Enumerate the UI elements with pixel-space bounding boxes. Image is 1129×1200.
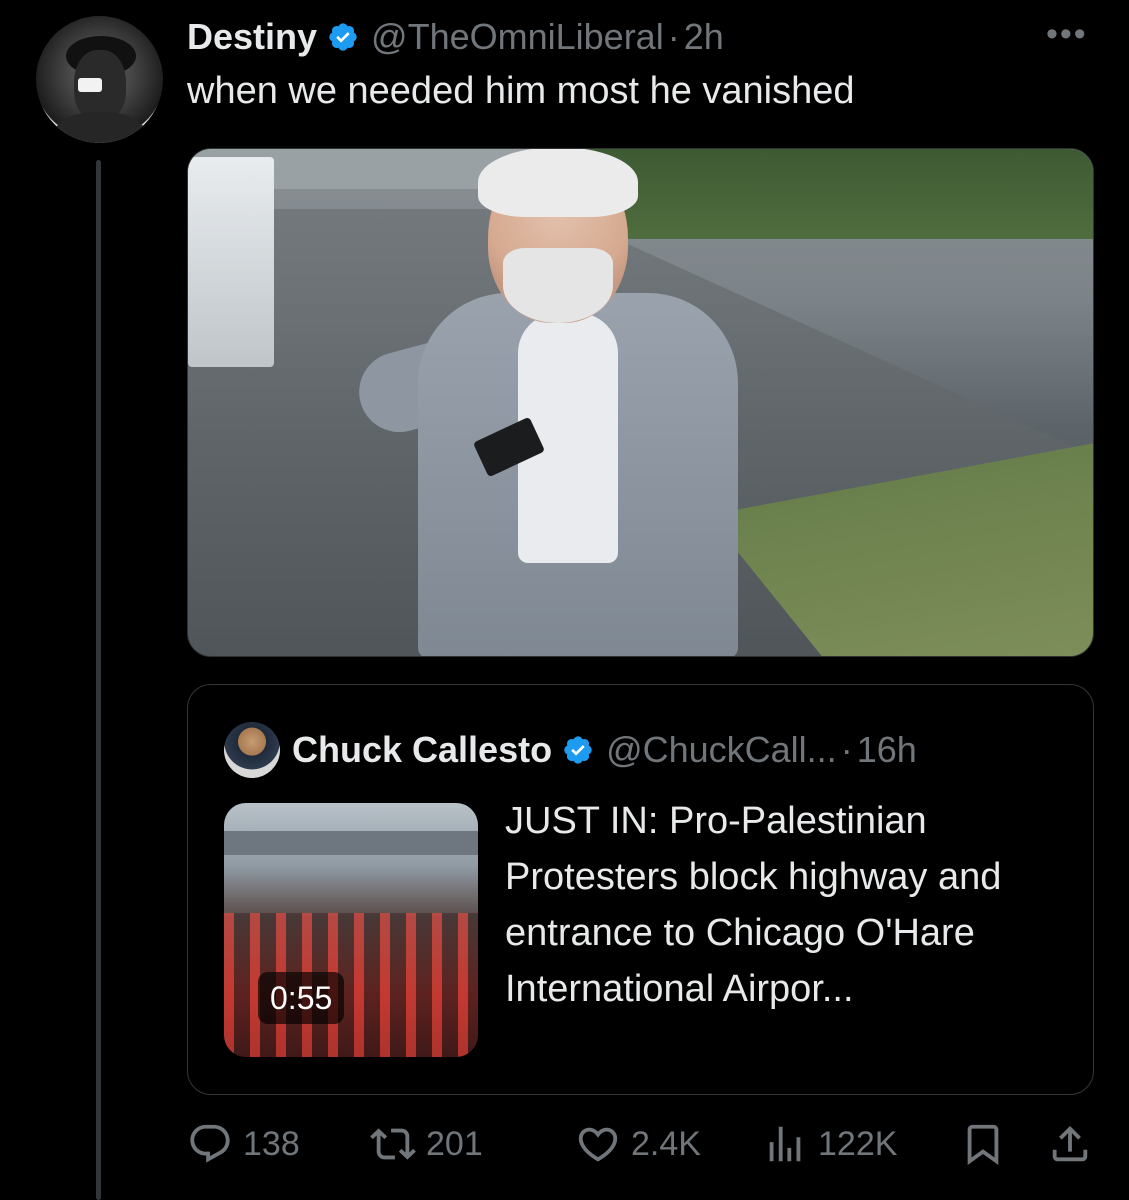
author-name[interactable]: Destiny	[187, 16, 317, 58]
media-truck	[188, 157, 274, 367]
quoted-tweet-text: JUST IN: Pro-Palestinian Protesters bloc…	[505, 800, 1002, 1010]
views-count: 122K	[818, 1124, 898, 1163]
retweet-icon	[370, 1128, 416, 1160]
views-icon	[769, 1126, 801, 1162]
more-icon[interactable]: •••	[1046, 17, 1088, 51]
media-beard	[503, 248, 613, 323]
thread-line	[96, 160, 101, 1200]
quoted-author-avatar	[224, 722, 280, 778]
tweet-media-image[interactable]	[187, 148, 1094, 657]
verified-badge-icon	[564, 736, 592, 764]
author-avatar[interactable]	[36, 16, 163, 143]
verified-badge-icon	[329, 23, 357, 51]
separator: ·	[667, 16, 680, 57]
quoted-author-handle: @ChuckCall...	[606, 729, 837, 770]
views-button[interactable]: 122K	[762, 1116, 897, 1172]
tweet-time[interactable]: 2h	[684, 16, 724, 58]
author-handle[interactable]: @TheOmniLiberal	[371, 16, 664, 58]
quoted-tweet-header: Chuck Callesto @ChuckCall... · 16h	[224, 722, 917, 778]
separator: ·	[840, 729, 853, 770]
quoted-tweet[interactable]: Chuck Callesto @ChuckCall... · 16h JUST …	[187, 684, 1094, 1095]
reply-icon	[190, 1124, 230, 1163]
media-person	[350, 149, 758, 656]
thumbnail-bridge	[224, 831, 478, 855]
media-hair	[478, 149, 638, 217]
quoted-tweet-time: 16h	[856, 729, 917, 770]
bookmark-icon	[967, 1124, 999, 1165]
reply-count: 138	[243, 1124, 300, 1163]
tweet-header: Destiny @TheOmniLiberal · 2h	[187, 14, 724, 60]
retweet-count: 201	[426, 1124, 483, 1163]
video-duration-badge: 0:55	[258, 972, 345, 1024]
bookmark-button[interactable]	[960, 1116, 1006, 1172]
share-icon	[1052, 1125, 1088, 1162]
like-count: 2.4K	[631, 1124, 701, 1163]
avatar-shoulders	[54, 112, 146, 143]
tweet-text: when we needed him most he vanished	[187, 70, 855, 112]
quoted-author-name: Chuck Callesto	[292, 729, 553, 770]
avatar-patch	[78, 78, 102, 92]
like-icon	[578, 1127, 618, 1162]
share-button[interactable]	[1047, 1116, 1093, 1172]
reply-button[interactable]: 138	[187, 1116, 300, 1172]
retweet-button[interactable]: 201	[370, 1116, 483, 1172]
action-bar: 138 201 2.4K 122K	[187, 1116, 1094, 1172]
like-button[interactable]: 2.4K	[575, 1116, 701, 1172]
